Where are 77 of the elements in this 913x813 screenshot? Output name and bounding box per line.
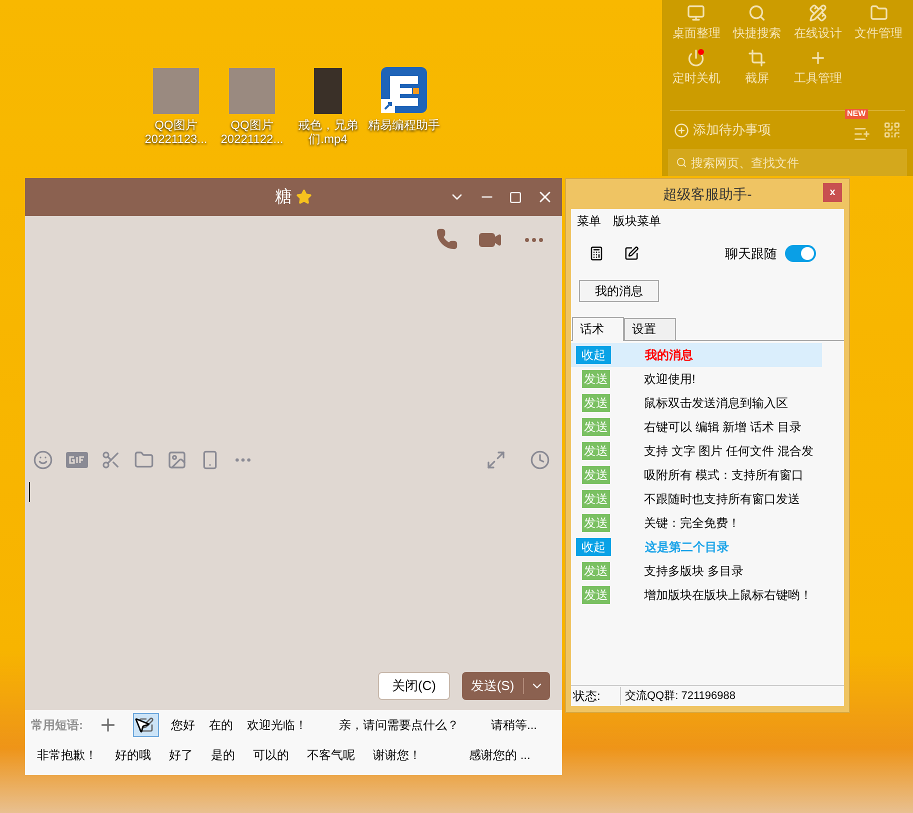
history-icon[interactable] xyxy=(530,450,550,470)
quick-phrase[interactable]: 在的 xyxy=(209,716,233,734)
phrase-row[interactable]: 发送 支持多版块 多目录 xyxy=(571,558,822,582)
search-placeholder: 搜索网页、查找文件 xyxy=(691,154,799,172)
window-title: 糖 xyxy=(275,186,292,208)
phrases-label: 常用短语: xyxy=(31,717,83,734)
search-icon xyxy=(676,157,687,168)
qr-code-icon[interactable] xyxy=(883,121,901,139)
tool-icon xyxy=(748,4,766,22)
toolbar-icon[interactable] xyxy=(167,450,187,470)
phone-icon[interactable] xyxy=(436,228,458,250)
calculator-icon[interactable] xyxy=(589,246,604,262)
phrase-row[interactable]: 发送 欢迎使用! xyxy=(571,366,822,390)
expand-icon[interactable] xyxy=(486,450,506,470)
quick-phrase[interactable]: 不客气呢 xyxy=(307,746,355,764)
quick-phrase[interactable]: 非常抱歉！ xyxy=(37,746,97,764)
window-title: 超级客服助手- xyxy=(663,184,752,204)
gif-icon[interactable] xyxy=(66,452,88,468)
quick-phrase[interactable]: 好的哦 xyxy=(115,746,151,764)
phrase-row[interactable]: 发送 支持 文字 图片 任何文件 混合发 xyxy=(571,438,822,462)
toolbar-icon[interactable] xyxy=(134,450,154,470)
tool-icon xyxy=(808,4,827,22)
phrase-text: 关键：完全免费！ xyxy=(644,514,740,532)
mouse-cursor-icon xyxy=(133,716,151,734)
edit-icon[interactable] xyxy=(624,246,639,262)
quick-phrase[interactable]: 亲，请问需要点什么？ xyxy=(339,716,459,734)
close-button[interactable]: 关闭(C) xyxy=(378,672,450,700)
quick-phrase[interactable]: 感谢您的 ... xyxy=(469,746,530,764)
status-text: 交流QQ群: 721196988 xyxy=(624,688,736,704)
phrase-row[interactable]: 发送 吸附所有 模式：支持所有窗口 xyxy=(571,462,822,486)
menu-item[interactable]: 版块菜单 xyxy=(613,212,661,230)
todo-list-icon[interactable] xyxy=(853,125,871,143)
maximize-icon[interactable] xyxy=(509,190,522,204)
new-badge: NEW xyxy=(845,109,868,119)
phrase-text: 右键可以 编辑 新增 话术 目录 xyxy=(644,418,802,436)
menu-item[interactable]: 菜单 xyxy=(577,212,601,230)
quick-phrase[interactable]: 谢谢您！ xyxy=(373,746,421,764)
tab[interactable]: 话术 xyxy=(572,316,624,340)
phrase-text: 支持多版块 多目录 xyxy=(644,562,744,580)
phrase-text: 支持 文字 图片 任何文件 混合发 xyxy=(644,442,814,460)
star-icon xyxy=(296,189,312,205)
quick-phrase[interactable]: 是的 xyxy=(211,746,235,764)
phrase-row[interactable]: 发送 关键：完全免费！ xyxy=(571,510,822,534)
close-button[interactable]: x xyxy=(823,183,842,202)
follow-label: 聊天跟随 xyxy=(725,245,777,263)
quick-phrase[interactable]: 好了 xyxy=(169,746,193,764)
phrase-row[interactable]: 发送 鼠标双击发送消息到输入区 xyxy=(571,390,822,414)
phrase-text: 不跟随时也支持所有窗口发送 xyxy=(644,490,800,508)
tool-icon xyxy=(687,49,706,67)
tool-icon xyxy=(748,49,766,67)
phrase-text: 增加版块在版块上鼠标右键哟！ xyxy=(644,586,812,604)
folder-title: 这是第二个目录 xyxy=(645,538,729,556)
folder-title: 我的消息 xyxy=(645,346,693,364)
follow-toggle[interactable] xyxy=(785,245,816,262)
phrase-text: 欢迎使用! xyxy=(644,370,696,388)
phrase-row[interactable]: 发送 增加版块在版块上鼠标右键哟！ xyxy=(571,582,822,606)
phrase-row[interactable]: 发送 不跟随时也支持所有窗口发送 xyxy=(571,486,822,510)
quick-phrase[interactable]: 请稍等... xyxy=(491,716,538,734)
toolbar-icon[interactable] xyxy=(101,450,121,470)
quick-phrase[interactable]: 您好 xyxy=(171,716,195,734)
phrase-row[interactable]: 发送 右键可以 编辑 新增 话术 目录 xyxy=(571,414,822,438)
status-label: 状态: xyxy=(571,687,621,705)
my-messages-button[interactable]: 我的消息 xyxy=(579,280,659,302)
send-button[interactable]: 发送(S) xyxy=(462,672,550,700)
photo-placeholder xyxy=(153,68,199,114)
add-icon xyxy=(674,122,689,138)
tool-icon xyxy=(687,4,706,22)
phrase-text: 吸附所有 模式：支持所有窗口 xyxy=(644,466,804,484)
phrase-text: 鼠标双击发送消息到输入区 xyxy=(644,394,788,412)
video-thumbnail-placeholder xyxy=(314,68,342,114)
toolbar-icon[interactable] xyxy=(33,450,53,470)
quick-phrase[interactable]: 可以的 xyxy=(253,746,289,764)
tab[interactable]: 设置 xyxy=(624,318,676,340)
photo-placeholder xyxy=(229,68,275,114)
quick-phrase[interactable]: 欢迎光临！ xyxy=(247,716,307,734)
tool-icon xyxy=(870,4,888,22)
app-shortcut-icon xyxy=(380,66,428,114)
